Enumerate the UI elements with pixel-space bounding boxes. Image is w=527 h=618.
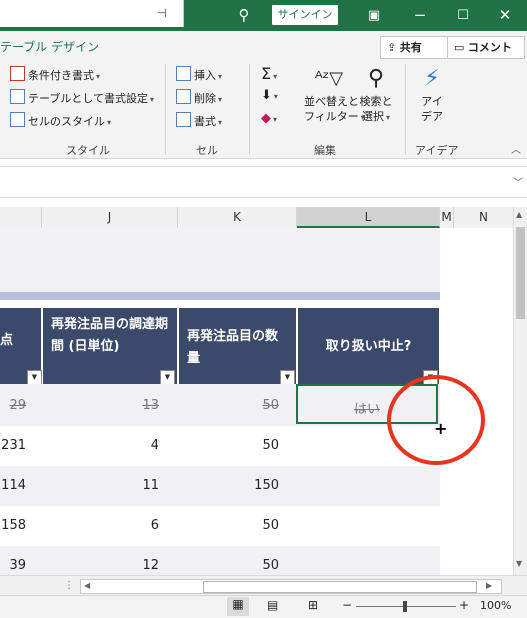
normal-view-icon[interactable]: ▦ (227, 597, 249, 616)
format-button[interactable]: 書式 ▾ (176, 112, 222, 130)
cell-styles-icon (10, 112, 25, 127)
minimize-icon[interactable]: − (408, 0, 432, 31)
scroll-down-icon[interactable]: ▼ (516, 559, 522, 568)
cell-partial[interactable]: 29 (0, 398, 26, 413)
column-header-partial[interactable] (0, 207, 42, 228)
zoom-slider-thumb[interactable] (403, 601, 407, 612)
page-layout-view-icon[interactable]: ▤ (267, 598, 278, 612)
cell-j[interactable]: 4 (43, 438, 159, 453)
title-search-box[interactable]: ⊣ (0, 0, 184, 27)
cell-partial[interactable]: 114 (0, 478, 26, 493)
column-header-j[interactable]: J (42, 207, 178, 228)
cell-partial[interactable]: 231 (0, 438, 26, 453)
find-select-button[interactable]: ⚲ 検索と 選択 ▾ (357, 64, 395, 124)
cell-k[interactable]: 50 (179, 518, 279, 533)
sign-in-button[interactable]: サインイン (272, 5, 338, 25)
cell-k[interactable]: 50 (179, 438, 279, 453)
comment-button[interactable]: ▭ コメント (447, 36, 525, 59)
cell-j[interactable]: 12 (43, 558, 159, 573)
cell-j[interactable]: 6 (43, 518, 159, 533)
sort-filter-icon: ᴬᶻ▽ (314, 68, 344, 89)
cell-partial[interactable]: 158 (0, 518, 26, 533)
page-break-view-icon[interactable]: ⊞ (308, 598, 318, 612)
column-header-m[interactable]: M (440, 207, 454, 228)
table-header-j: 再発注品目の調達期間 (日単位) (43, 308, 177, 384)
insert-button[interactable]: 挿入 ▾ (176, 66, 222, 84)
share-button[interactable]: ⇪ 共有 (380, 36, 450, 59)
cell-j[interactable]: 13 (43, 398, 159, 413)
collapse-ribbon-icon[interactable]: ︿ (511, 141, 521, 156)
scroll-left-icon[interactable]: ◀ (84, 581, 90, 590)
delete-button[interactable]: 削除 ▾ (176, 89, 222, 107)
clear-icon[interactable]: ◆ ▾ (261, 111, 277, 126)
cell-j[interactable]: 11 (43, 478, 159, 493)
zoom-level[interactable]: 100% (480, 599, 511, 612)
cells-group-label: セル (196, 144, 218, 157)
group-separator (405, 64, 406, 154)
format-as-table-icon (10, 89, 25, 104)
styles-group-label: スタイル (66, 144, 110, 157)
comment-icon: ▭ (454, 41, 465, 54)
magnifier-icon: ⚲ (367, 66, 385, 91)
cell-k[interactable]: 50 (179, 558, 279, 573)
column-header-l[interactable]: L (297, 207, 440, 228)
sheet-tab-options-icon[interactable]: ⋮ (64, 580, 74, 591)
tab-table-design[interactable]: テーブル デザイン (0, 38, 99, 55)
cell-k[interactable]: 50 (179, 398, 279, 413)
filter-dropdown-icon[interactable]: ▼ (280, 370, 295, 385)
horizontal-scroll-area: ⋮ ◀ ▶ (0, 575, 527, 596)
vertical-scrollbar[interactable]: ▲ ▼ (513, 207, 527, 575)
share-label: 共有 (399, 41, 422, 54)
formula-bar[interactable]: ﹀ (0, 166, 527, 198)
delete-icon (176, 89, 191, 104)
fill-icon[interactable]: ⬇ ▾ (261, 88, 278, 103)
title-band (0, 228, 440, 292)
scroll-up-icon[interactable]: ▲ (516, 210, 522, 219)
zoom-in-button[interactable]: + (459, 598, 469, 612)
share-icon: ⇪ (387, 41, 397, 54)
conditional-formatting-button[interactable]: 条件付き書式 ▾ (10, 66, 100, 84)
sort-filter-button[interactable]: ᴬᶻ▽ 並べ替えと フィルター ▾ (304, 64, 365, 124)
filter-dropdown-icon[interactable]: ▼ (160, 370, 175, 385)
cell-k[interactable]: 150 (179, 478, 279, 493)
cell-partial[interactable]: 39 (0, 558, 26, 573)
group-separator (249, 64, 250, 154)
worksheet-grid[interactable]: 点 ▼ 再発注品目の調達期間 (日単位) ▼ 再発注品目の数量 ▼ 取り扱い中止… (0, 228, 513, 575)
status-bar: ▦ ▤ ⊞ − + 100% (0, 595, 527, 618)
ribbon-display-options-icon[interactable]: ▣ (362, 0, 386, 31)
cell-styles-button[interactable]: セルのスタイル ▾ (10, 112, 111, 130)
group-separator (165, 64, 166, 154)
title-underline (0, 292, 440, 300)
ideas-group-label: アイデア (415, 144, 459, 157)
comment-label: コメント (467, 41, 512, 54)
conditional-formatting-icon (10, 66, 25, 81)
expand-formula-icon[interactable]: ﹀ (513, 174, 523, 189)
lightning-icon: ⚡ (424, 66, 440, 91)
pin-icon[interactable]: ⊣ (157, 6, 167, 20)
table-header-k: 再発注品目の数量 (179, 308, 296, 384)
maximize-icon[interactable]: ☐ (451, 0, 475, 31)
horizontal-scroll-thumb[interactable] (203, 581, 477, 593)
format-icon (176, 112, 191, 127)
lightbulb-search-icon[interactable]: ⚲ (232, 0, 256, 31)
column-header-n[interactable]: N (454, 207, 514, 228)
editing-group-label: 編集 (314, 144, 336, 157)
filter-dropdown-icon[interactable]: ▼ (27, 370, 42, 385)
column-header-k[interactable]: K (178, 207, 297, 228)
autosum-icon[interactable]: Σ ▾ (261, 64, 277, 83)
ideas-button[interactable]: ⚡ アイ デア (414, 64, 450, 124)
scroll-right-icon[interactable]: ▶ (486, 581, 492, 590)
insert-icon (176, 66, 191, 81)
format-as-table-button[interactable]: テーブルとして書式設定 ▾ (10, 89, 154, 107)
fill-handle-cursor-icon: + (434, 419, 448, 438)
close-icon[interactable]: ✕ (493, 0, 517, 31)
zoom-out-button[interactable]: − (342, 598, 352, 612)
vertical-scroll-thumb[interactable] (516, 227, 525, 319)
horizontal-scrollbar[interactable]: ◀ ▶ (80, 579, 502, 594)
